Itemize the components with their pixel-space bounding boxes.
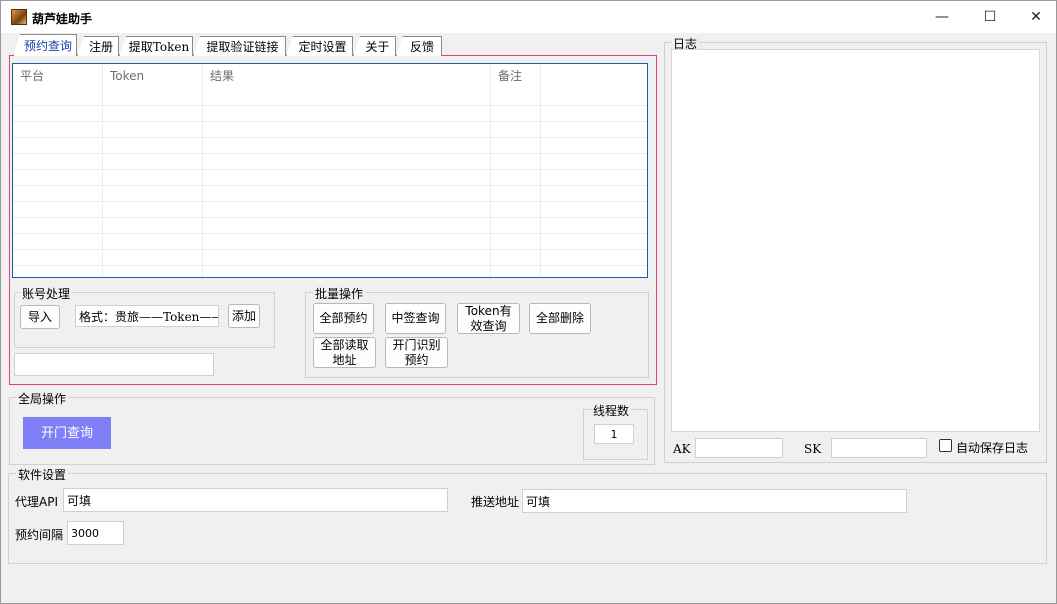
grid-line: [13, 217, 647, 218]
reserve-all-button[interactable]: 全部预约: [313, 303, 374, 334]
tab-register[interactable]: 注册: [77, 36, 119, 56]
reserve-interval-input[interactable]: 3000: [67, 521, 124, 545]
column-platform[interactable]: 平台: [13, 64, 103, 90]
title-bar: [1, 1, 1056, 33]
settings-group-label: 软件设置: [16, 466, 69, 483]
grid-line: [540, 64, 541, 277]
proxy-api-input[interactable]: 可填: [63, 488, 448, 512]
push-address-input[interactable]: 可填: [522, 489, 907, 513]
grid-line: [202, 64, 203, 277]
minimize-button[interactable]: —: [919, 1, 965, 33]
threads-label: 线程数: [591, 402, 632, 419]
grid-line: [13, 169, 647, 170]
push-address-label: 推送地址: [471, 495, 520, 509]
table-header: 平台 Token 结果 备注: [13, 64, 647, 90]
grid-line: [13, 265, 647, 266]
sk-label: SK: [804, 442, 822, 456]
column-note[interactable]: 备注: [491, 64, 541, 90]
batch-group-label: 批量操作: [313, 285, 366, 302]
tab-query[interactable]: 预约查询: [13, 34, 77, 56]
threads-input[interactable]: 1: [594, 424, 634, 444]
tab-feedback[interactable]: 反馈: [396, 36, 442, 56]
account-group-label: 账号处理: [20, 285, 73, 302]
close-button[interactable]: ✕: [1013, 1, 1057, 33]
window-title: 葫芦娃助手: [32, 12, 93, 26]
grid-line: [13, 121, 647, 122]
tab-schedule[interactable]: 定时设置: [286, 36, 353, 56]
lottery-check-button[interactable]: 中签查询: [385, 303, 446, 334]
column-extra[interactable]: [541, 64, 647, 90]
grid-line: [13, 233, 647, 234]
proxy-api-label: 代理API: [15, 495, 58, 509]
grid-line: [13, 137, 647, 138]
read-all-address-button[interactable]: 全部读取地址: [313, 337, 376, 368]
sk-input[interactable]: [831, 438, 927, 458]
account-table[interactable]: 平台 Token 结果 备注: [12, 63, 648, 278]
delete-all-button[interactable]: 全部删除: [529, 303, 591, 334]
maximize-button[interactable]: ☐: [967, 1, 1013, 33]
autosave-log-label[interactable]: 自动保存日志: [956, 439, 1028, 456]
open-recognize-reserve-button[interactable]: 开门识别预约: [385, 337, 448, 368]
import-button[interactable]: 导入: [20, 305, 60, 329]
grid-line: [13, 185, 647, 186]
grid-line: [490, 64, 491, 277]
reserve-interval-label: 预约间隔: [15, 528, 64, 542]
tab-extract-link[interactable]: 提取验证链接: [193, 36, 286, 56]
add-button[interactable]: 添加: [228, 304, 260, 328]
tab-about[interactable]: 关于: [353, 36, 396, 56]
account-format-input[interactable]: 格式：贵旅——Token——: [75, 305, 219, 327]
open-query-button[interactable]: 开门查询: [23, 417, 111, 449]
ak-input[interactable]: [695, 438, 783, 458]
autosave-log-checkbox[interactable]: [939, 439, 952, 452]
column-token[interactable]: Token: [103, 64, 203, 90]
grid-line: [13, 201, 647, 202]
column-result[interactable]: 结果: [203, 64, 491, 90]
tab-extract-token[interactable]: 提取Token: [119, 36, 193, 56]
grid-line: [13, 105, 647, 106]
settings-group: [8, 473, 1047, 564]
grid-line: [102, 64, 103, 277]
global-group-label: 全局操作: [16, 390, 69, 407]
account-extra-input[interactable]: [14, 353, 214, 376]
grid-line: [13, 249, 647, 250]
log-textarea[interactable]: [671, 49, 1040, 432]
token-valid-check-button[interactable]: Token有效查询: [457, 303, 520, 334]
ak-label: AK: [673, 442, 691, 456]
grid-line: [13, 153, 647, 154]
gourd-app-icon: [11, 9, 27, 25]
